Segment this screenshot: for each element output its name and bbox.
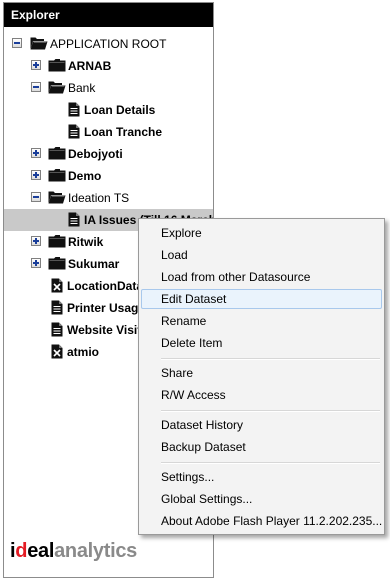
tree-item-label: APPLICATION ROOT bbox=[50, 37, 167, 51]
tree-item-arnab[interactable]: ARNAB bbox=[4, 55, 213, 77]
x-document-icon bbox=[51, 278, 63, 293]
x-document-icon bbox=[51, 344, 63, 359]
tree-item-ideation-ts[interactable]: Ideation TS bbox=[4, 187, 213, 209]
tree-item-label: Loan Details bbox=[84, 103, 156, 117]
menu-item-delete-item[interactable]: Delete Item bbox=[141, 333, 382, 353]
tree-item-loan-tranche[interactable]: Loan Tranche bbox=[4, 121, 213, 143]
document-icon bbox=[68, 212, 80, 227]
tree-item-label: Printer Usage bbox=[67, 301, 146, 315]
tree-item-application-root[interactable]: APPLICATION ROOT bbox=[4, 33, 213, 55]
panel-title: Explorer bbox=[4, 3, 213, 27]
minus-box-icon[interactable] bbox=[31, 192, 41, 202]
tree-item-label: LocationData bbox=[67, 279, 144, 293]
menu-item-edit-dataset[interactable]: Edit Dataset bbox=[141, 289, 382, 309]
tree-item-loan-details[interactable]: Loan Details bbox=[4, 99, 213, 121]
document-icon bbox=[68, 102, 80, 117]
tree-item-bank[interactable]: Bank bbox=[4, 77, 213, 99]
menu-item-rename[interactable]: Rename bbox=[141, 311, 382, 331]
menu-item-share[interactable]: Share bbox=[141, 363, 382, 383]
menu-item-global-settings[interactable]: Global Settings... bbox=[141, 489, 382, 509]
folder-icon bbox=[48, 256, 66, 270]
menu-item-rw-access[interactable]: R/W Access bbox=[141, 385, 382, 405]
menu-item-load[interactable]: Load bbox=[141, 245, 382, 265]
folder-icon bbox=[48, 146, 66, 160]
open-folder-icon bbox=[30, 36, 48, 50]
plus-box-icon[interactable] bbox=[31, 236, 41, 246]
document-icon bbox=[51, 322, 63, 337]
tree-item-label: Debojyoti bbox=[68, 147, 123, 161]
tree-item-label: ARNAB bbox=[68, 59, 112, 73]
tree-item-label: Loan Tranche bbox=[84, 125, 163, 139]
menu-item-settings[interactable]: Settings... bbox=[141, 467, 382, 487]
document-icon bbox=[51, 300, 63, 315]
tree-item-demo[interactable]: Demo bbox=[4, 165, 213, 187]
menu-item-load-other-datasource[interactable]: Load from other Datasource bbox=[141, 267, 382, 287]
folder-icon bbox=[48, 234, 66, 248]
tree-item-label: Website Visit bbox=[67, 323, 142, 337]
minus-box-icon[interactable] bbox=[12, 38, 22, 48]
tree-item-label: Ideation TS bbox=[68, 191, 130, 205]
plus-box-icon[interactable] bbox=[31, 60, 41, 70]
document-icon bbox=[68, 124, 80, 139]
folder-icon bbox=[48, 168, 66, 182]
minus-box-icon[interactable] bbox=[31, 82, 41, 92]
tree-item-label: Sukumar bbox=[68, 257, 120, 271]
menu-item-backup-dataset[interactable]: Backup Dataset bbox=[141, 437, 382, 457]
plus-box-icon[interactable] bbox=[31, 258, 41, 268]
tree-item-label: atmio bbox=[67, 345, 100, 359]
folder-icon bbox=[48, 58, 66, 72]
idealanalytics-logo: idealanalytics bbox=[10, 540, 137, 562]
tree-item-debojyoti[interactable]: Debojyoti bbox=[4, 143, 213, 165]
open-folder-icon bbox=[48, 80, 66, 94]
tree-item-label: Demo bbox=[68, 169, 102, 183]
plus-box-icon[interactable] bbox=[31, 148, 41, 158]
menu-separator bbox=[161, 358, 380, 360]
menu-separator bbox=[161, 462, 380, 464]
menu-item-about-flash-player[interactable]: About Adobe Flash Player 11.2.202.235... bbox=[141, 511, 382, 531]
context-menu: Explore Load Load from other Datasource … bbox=[138, 218, 385, 535]
tree-item-label: Bank bbox=[68, 81, 96, 95]
menu-separator bbox=[161, 410, 380, 412]
menu-item-explore[interactable]: Explore bbox=[141, 223, 382, 243]
open-folder-icon bbox=[48, 190, 66, 204]
plus-box-icon[interactable] bbox=[31, 170, 41, 180]
menu-item-dataset-history[interactable]: Dataset History bbox=[141, 415, 382, 435]
tree-item-label: Ritwik bbox=[68, 235, 104, 249]
